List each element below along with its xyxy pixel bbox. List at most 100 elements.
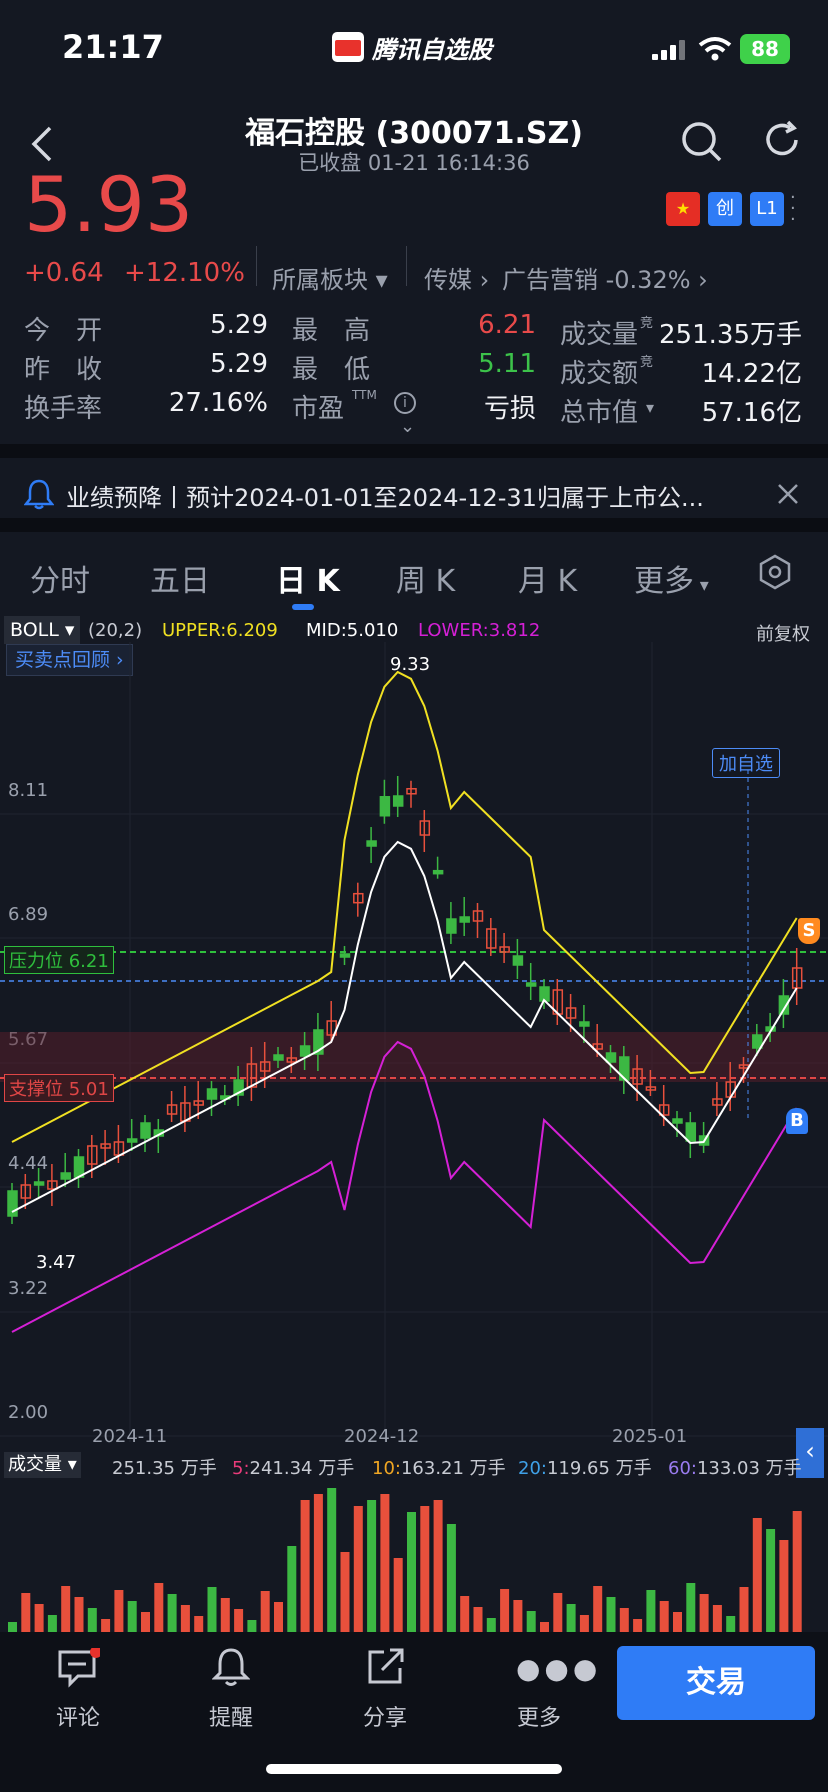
stat-value: 57.16亿 bbox=[701, 398, 802, 428]
candle-body bbox=[339, 953, 351, 958]
search-icon[interactable] bbox=[680, 120, 724, 164]
sector-ads-text: 广告营销 -0.32% bbox=[502, 266, 691, 294]
candle-body bbox=[512, 955, 524, 966]
nav-reminder[interactable]: 提醒 bbox=[191, 1700, 271, 1732]
price-change: +0.64 bbox=[24, 258, 104, 288]
tab-daily-k[interactable]: 日 K bbox=[276, 556, 340, 600]
volume-bar bbox=[327, 1488, 337, 1642]
candle-body bbox=[60, 1172, 71, 1180]
volume-bar bbox=[407, 1512, 416, 1642]
comment-icon[interactable] bbox=[56, 1648, 100, 1688]
section-divider bbox=[0, 518, 828, 532]
indicator-selector[interactable]: BOLL ▾ bbox=[4, 616, 81, 644]
stat-value: 14.22亿 bbox=[701, 359, 802, 389]
ma60-key: 60: bbox=[668, 1458, 697, 1479]
lower-label: LOWER: bbox=[418, 620, 489, 641]
stat-label-sup: TTM bbox=[352, 388, 377, 402]
lower-number: 3.812 bbox=[488, 620, 541, 641]
date-tick: 2024-12 bbox=[344, 1426, 420, 1447]
add-watchlist-button[interactable]: 加自选 bbox=[712, 748, 780, 778]
kline-chart-panel[interactable]: BOLL ▾ (20,2) UPPER:6.209 MID:5.010 LOWE… bbox=[0, 612, 828, 1642]
sell-marker[interactable]: S bbox=[798, 918, 820, 944]
candle-body bbox=[685, 1122, 697, 1142]
notice-text: 业绩预降丨预计2024-01-01至2024-12-31归属于上市公... bbox=[66, 484, 704, 512]
high-price-label: 9.33 bbox=[390, 654, 431, 675]
candle-body bbox=[140, 1122, 151, 1139]
volume-bar bbox=[353, 1506, 363, 1642]
share-icon[interactable] bbox=[364, 1646, 406, 1688]
nav-more[interactable]: 更多 bbox=[499, 1700, 579, 1732]
nav-share[interactable]: 分享 bbox=[345, 1700, 425, 1732]
tab-weekly-k[interactable]: 周 K bbox=[396, 556, 455, 600]
ma5-value: 241.34 万手 bbox=[249, 1458, 355, 1479]
close-icon[interactable] bbox=[776, 482, 800, 506]
signal-icon bbox=[652, 40, 688, 60]
kline-svg: 8.116.895.674.443.222.00 bbox=[0, 642, 828, 1642]
candle-body bbox=[432, 869, 444, 875]
candle-body bbox=[446, 918, 457, 934]
upper-value: UPPER:6.209 bbox=[162, 620, 278, 641]
stat-value: 251.35万手 bbox=[659, 320, 802, 350]
volume-ma5: 5:241.34 万手 bbox=[232, 1454, 354, 1480]
candle-body bbox=[459, 916, 470, 923]
expand-chevron-icon[interactable]: ⌄ bbox=[400, 416, 415, 437]
app-name: 腾讯自选股 bbox=[372, 36, 492, 64]
volume-bar bbox=[766, 1529, 776, 1642]
volume-bar bbox=[380, 1494, 390, 1642]
price-axis-label: 6.89 bbox=[8, 904, 48, 925]
tab-intraday[interactable]: 分时 bbox=[30, 556, 90, 600]
indicator-name: BOLL bbox=[10, 619, 59, 641]
volume-ma60: 60:133.03 万手 bbox=[668, 1454, 802, 1480]
current-price: 5.93 bbox=[24, 160, 194, 249]
sector-ads-link[interactable]: 广告营销 -0.32% › bbox=[502, 260, 708, 295]
tab-more-label: 更多 bbox=[634, 564, 694, 599]
sector-label[interactable]: 所属板块 ▾ bbox=[272, 260, 388, 295]
more-vertical-icon[interactable]: · · · bbox=[790, 189, 796, 229]
volume-selector[interactable]: 成交量 ▾ bbox=[4, 1452, 81, 1478]
more-icon[interactable]: ●●● bbox=[516, 1652, 601, 1685]
candle-body bbox=[366, 840, 377, 847]
sector-media-link[interactable]: 传媒 › bbox=[424, 260, 489, 295]
sector-media-text: 传媒 bbox=[424, 266, 472, 294]
ma20-key: 20: bbox=[518, 1458, 547, 1479]
price-axis-label: 4.44 bbox=[8, 1153, 48, 1174]
bell-icon[interactable] bbox=[212, 1646, 250, 1688]
date-tick: 2025-01 bbox=[612, 1426, 688, 1447]
ma10-key: 10: bbox=[372, 1458, 401, 1479]
stats-grid: 今 开 5.29 最 高 6.21 成交量竞 251.35万手昨 收 5.29 最 低 5.11… bbox=[0, 300, 828, 430]
trade-button[interactable]: 交易 bbox=[617, 1646, 815, 1720]
bell-icon bbox=[24, 479, 54, 510]
stat-label: 最 高 bbox=[292, 316, 371, 346]
mid-number: 5.010 bbox=[346, 620, 399, 641]
stat-label: 昨 收 bbox=[24, 355, 103, 385]
section-divider bbox=[0, 444, 828, 458]
divider bbox=[256, 246, 257, 286]
candle-body bbox=[392, 795, 404, 807]
lower-value: LOWER:3.812 bbox=[418, 620, 540, 641]
stat-label: 换手率 bbox=[24, 394, 103, 424]
stat-value: 5.11 bbox=[478, 349, 536, 379]
volume-bar bbox=[752, 1518, 762, 1642]
tab-more[interactable]: 更多 ▾ bbox=[634, 556, 709, 600]
info-icon[interactable]: i bbox=[394, 392, 416, 414]
price-axis-label: 3.22 bbox=[8, 1278, 48, 1299]
ma60-value: 133.03 万手 bbox=[696, 1458, 802, 1479]
tab-monthly-k[interactable]: 月 K bbox=[518, 556, 577, 600]
stat-value: 5.29 bbox=[210, 349, 268, 379]
nav-comment[interactable]: 评论 bbox=[38, 1700, 118, 1732]
candle-body bbox=[126, 1138, 138, 1143]
buy-marker[interactable]: B bbox=[786, 1108, 808, 1134]
price-change-pct: +12.10% bbox=[124, 258, 245, 288]
ma20-value: 119.65 万手 bbox=[546, 1458, 652, 1479]
candle-body bbox=[605, 1052, 617, 1063]
tab-5day[interactable]: 五日 bbox=[150, 556, 210, 600]
stat-value: 5.29 bbox=[210, 310, 268, 340]
stat-label: 成交量竞 bbox=[560, 314, 653, 351]
mid-label: MID: bbox=[306, 620, 347, 641]
price-axis-label: 2.00 bbox=[8, 1402, 48, 1423]
settings-icon[interactable] bbox=[758, 554, 792, 590]
period-tabs: 分时 五日 日 K 周 K 月 K 更多 ▾ bbox=[0, 534, 828, 614]
volume-total: 251.35 万手 bbox=[112, 1458, 217, 1479]
refresh-icon[interactable] bbox=[762, 120, 802, 160]
volume-bar bbox=[433, 1500, 443, 1642]
